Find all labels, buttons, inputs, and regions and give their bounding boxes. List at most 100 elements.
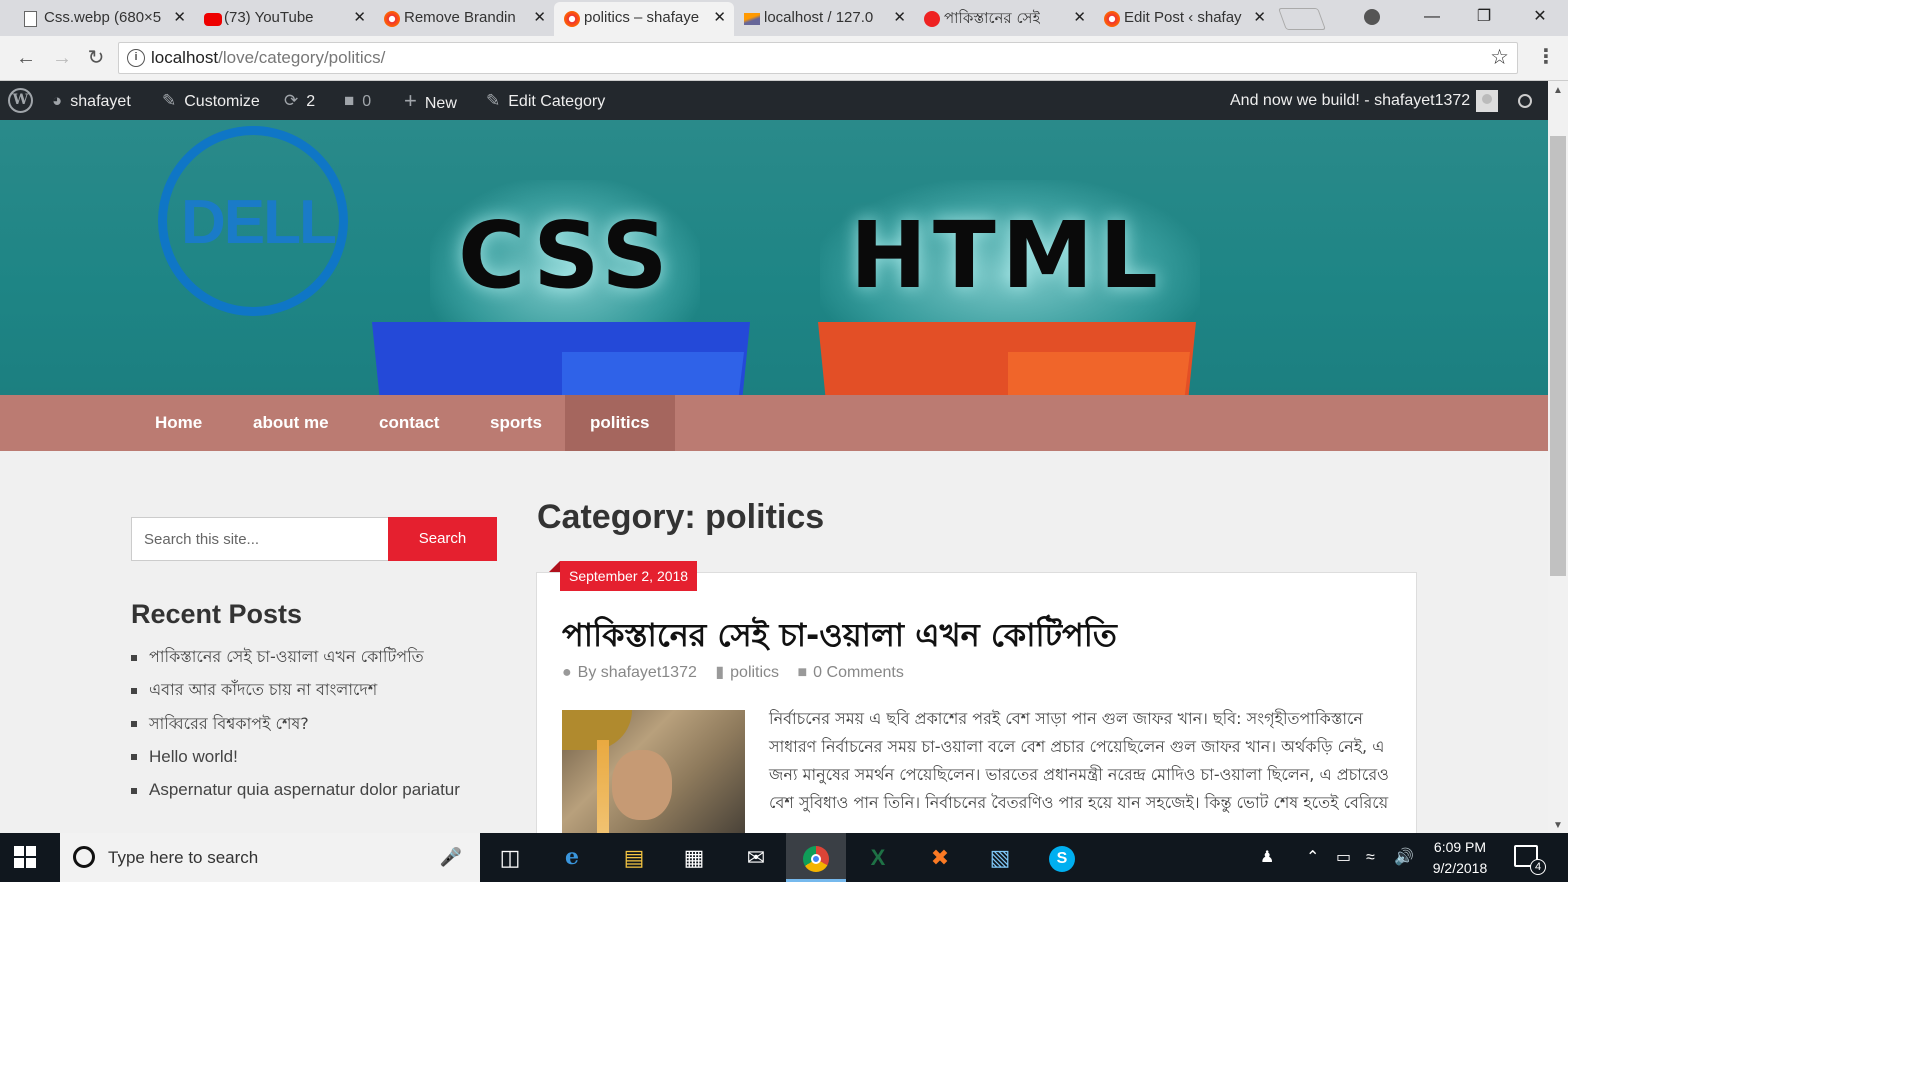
people-icon[interactable]: ♟: [1260, 833, 1274, 882]
tray-chevron-icon[interactable]: ⌃: [1306, 833, 1319, 882]
sidebar-search-input[interactable]: Search this site...: [131, 517, 389, 561]
info-icon[interactable]: i: [127, 49, 145, 67]
task-view-icon[interactable]: ◫: [480, 833, 540, 882]
browser-tab[interactable]: localhost / 127.0 ✕: [734, 2, 914, 36]
xampp-icon[interactable]: ✖: [910, 833, 970, 882]
menu-dots-icon[interactable]: ⋮: [1536, 44, 1556, 69]
restore-icon[interactable]: ❐: [1460, 0, 1508, 36]
back-arrow-icon[interactable]: ←: [12, 44, 40, 72]
recent-posts-title: Recent Posts: [131, 599, 303, 629]
post-date-badge: September 2, 2018: [548, 561, 698, 591]
avatar: [1476, 89, 1499, 112]
wp-admin-bar: W ◕ shafayet ✎ Customize ⟳ 2 ■ 0 + New ✎ Edit …: [0, 81, 1548, 120]
recent-post-link[interactable]: Aspernatur quia aspernatur dolor pariatu…: [131, 776, 460, 809]
nav-about-me[interactable]: about me: [228, 395, 354, 451]
recent-post-link[interactable]: সাব্বিরের বিশ্বকাপই শেষ?: [131, 710, 460, 743]
address-bar[interactable]: i localhost/love/category/politics/ ☆: [118, 42, 1518, 74]
windows-start-icon[interactable]: [14, 846, 36, 868]
admin-customize[interactable]: ✎ Customize: [162, 81, 260, 120]
site-header-banner[interactable]: DELL CSS HTML: [0, 120, 1548, 395]
nav-sports[interactable]: sports: [465, 395, 567, 451]
content-area: Search this site... Search Recent Posts …: [0, 451, 1548, 833]
wordpress-logo-icon[interactable]: W: [8, 88, 33, 113]
tab-title: Edit Post ‹ shafay: [1124, 9, 1242, 26]
close-icon[interactable]: ✕: [533, 2, 546, 34]
mail-icon[interactable]: ✉: [726, 833, 786, 882]
browser-tab-strip: Css.webp (680×5 ✕ (73) YouTube ✕ Remove …: [0, 0, 1568, 36]
excel-icon[interactable]: X: [848, 833, 908, 882]
plus-icon: +: [404, 88, 417, 113]
nav-home[interactable]: Home: [130, 395, 227, 451]
scrollbar-thumb[interactable]: [1550, 136, 1566, 576]
recent-post-link[interactable]: এবার আর কাঁদতে চায় না বাংলাদেশ: [131, 676, 460, 709]
sidebar-search-button[interactable]: Search: [388, 517, 497, 561]
admin-comments[interactable]: ■ 0: [344, 81, 371, 120]
action-center-icon[interactable]: 4: [1514, 845, 1546, 875]
minimize-icon[interactable]: —: [1408, 0, 1456, 36]
recent-post-link[interactable]: Hello world!: [131, 743, 460, 776]
news-icon: [924, 11, 940, 27]
close-icon[interactable]: ✕: [893, 2, 906, 34]
thumbnail-face: [612, 750, 672, 820]
page-scrollbar[interactable]: ▲ ▼: [1548, 81, 1568, 833]
battery-icon[interactable]: ▭: [1336, 833, 1351, 882]
store-icon[interactable]: ▦: [664, 833, 724, 882]
admin-account[interactable]: And now we build! - shafayet1372: [1230, 81, 1499, 120]
admin-updates[interactable]: ⟳ 2: [284, 81, 315, 120]
comment-icon: ■: [797, 664, 808, 681]
updates-icon: ⟳: [284, 91, 299, 110]
post-excerpt: নির্বাচনের সময় এ ছবি প্রকাশের পরই বেশ স…: [769, 709, 1389, 812]
browser-tab-active[interactable]: politics – shafaye ✕: [554, 2, 734, 36]
post-title-link[interactable]: পাকিস্তানের সেই চা-ওয়ালা এখন কোটিপতি: [562, 610, 1117, 664]
reload-icon[interactable]: ↻: [82, 44, 110, 72]
tab-title: পাকিস্তানের সেই: [944, 9, 1041, 27]
post-author-link[interactable]: By shafayet1372: [578, 664, 697, 681]
close-icon[interactable]: ✕: [1253, 2, 1266, 34]
close-icon[interactable]: ✕: [353, 2, 366, 34]
browser-tab[interactable]: পাকিস্তানের সেই ✕: [914, 2, 1094, 36]
close-window-icon[interactable]: ✕: [1516, 0, 1564, 36]
close-icon[interactable]: ✕: [1073, 2, 1086, 34]
wifi-icon[interactable]: ≈: [1366, 833, 1375, 882]
site-icon: [384, 11, 400, 27]
windows-taskbar: Type here to search 🎤 ◫ e ▤ ▦ ✉ X ✖ ▧ S …: [0, 833, 1568, 882]
post-category-link[interactable]: politics: [730, 664, 779, 681]
microphone-icon[interactable]: 🎤: [440, 833, 462, 882]
notes-icon[interactable]: ▧: [970, 833, 1030, 882]
nav-contact[interactable]: contact: [354, 395, 464, 451]
comment-icon: ■: [344, 91, 355, 110]
profile-icon[interactable]: [1348, 0, 1396, 36]
nav-politics[interactable]: politics: [565, 395, 675, 451]
recent-post-link[interactable]: পাকিস্তানের সেই চা-ওয়ালা এখন কোটিপতি: [131, 643, 460, 676]
volume-icon[interactable]: 🔊: [1394, 833, 1414, 882]
main-navigation: Home about me contact sports politics: [0, 395, 1548, 451]
chrome-icon[interactable]: [786, 833, 846, 882]
scroll-up-icon[interactable]: ▲: [1553, 85, 1563, 96]
close-icon[interactable]: ✕: [713, 2, 726, 34]
file-explorer-icon[interactable]: ▤: [604, 833, 664, 882]
notification-count: 4: [1530, 859, 1546, 875]
new-tab-button[interactable]: [1277, 8, 1327, 30]
admin-new[interactable]: + New: [404, 81, 457, 120]
bookmark-star-icon[interactable]: ☆: [1490, 45, 1509, 70]
browser-tab[interactable]: (73) YouTube ✕: [194, 2, 374, 36]
scroll-down-icon[interactable]: ▼: [1553, 820, 1563, 831]
brush-icon: ✎: [162, 91, 177, 110]
taskbar-search-input[interactable]: Type here to search 🎤: [60, 833, 480, 882]
browser-tab[interactable]: Edit Post ‹ shafay ✕: [1094, 2, 1274, 36]
skype-icon[interactable]: S: [1032, 833, 1092, 882]
system-clock[interactable]: 6:09 PM 9/2/2018: [1420, 837, 1500, 879]
admin-site-name[interactable]: ◕ shafayet: [52, 81, 131, 120]
file-icon: [24, 11, 37, 27]
browser-tab[interactable]: Css.webp (680×5 ✕: [14, 2, 194, 36]
browser-tab[interactable]: Remove Brandin ✕: [374, 2, 554, 36]
forward-arrow-icon[interactable]: →: [48, 44, 76, 72]
edge-icon[interactable]: e: [542, 833, 602, 882]
banner-html-text: HTML: [850, 202, 1164, 309]
post-comments-link[interactable]: 0 Comments: [813, 664, 904, 681]
close-icon[interactable]: ✕: [173, 2, 186, 34]
admin-search-icon[interactable]: [1518, 81, 1532, 120]
post-thumbnail[interactable]: [562, 710, 745, 833]
tab-title: Css.webp (680×5: [44, 9, 162, 26]
admin-edit-category[interactable]: ✎ Edit Category: [486, 81, 605, 120]
